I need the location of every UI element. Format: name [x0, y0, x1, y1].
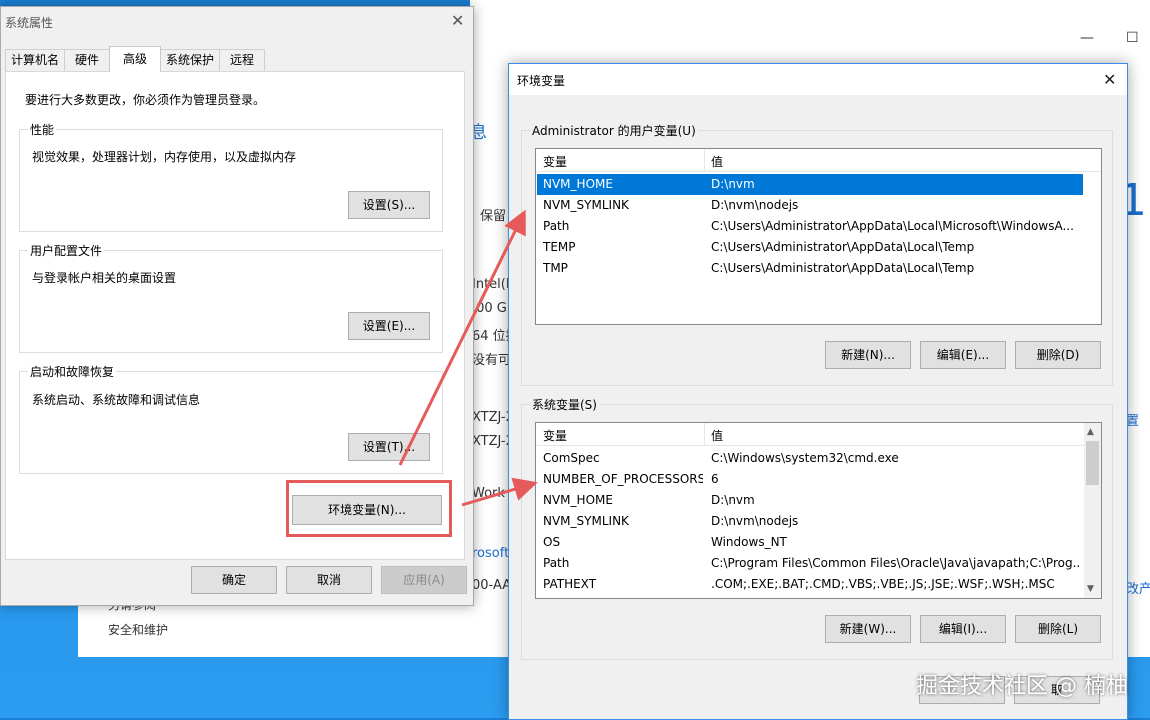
tab-advanced[interactable]: 高级 [109, 46, 161, 72]
watermark: 掘金技术社区 @ 楠柚 [916, 674, 1128, 699]
arrow-to-system-vars [461, 477, 538, 507]
arrow-to-user-vars [398, 209, 526, 466]
annotation-arrows [398, 209, 538, 507]
